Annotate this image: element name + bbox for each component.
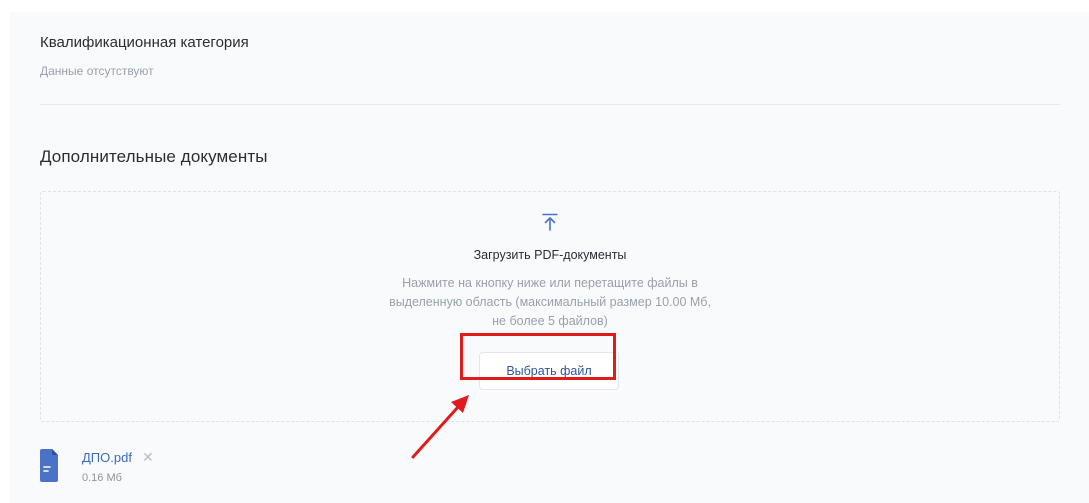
document-icon <box>40 449 58 482</box>
file-name-link[interactable]: ДПО.pdf <box>82 450 132 465</box>
close-icon[interactable]: ✕ <box>142 450 154 464</box>
file-dropzone[interactable]: Загрузить PDF-документы Нажмите на кнопк… <box>40 191 1060 422</box>
annotation-highlight-box <box>460 333 616 380</box>
dropzone-description: Нажмите на кнопку ниже или перетащите фа… <box>350 274 750 331</box>
upload-icon <box>542 213 558 231</box>
dropzone-description-line: выделенную область (максимальный размер … <box>389 295 711 309</box>
dropzone-description-line: Нажмите на кнопку ниже или перетащите фа… <box>402 276 698 290</box>
additional-documents-title: Дополнительные документы <box>40 147 268 166</box>
qualification-category-title: Квалификационная категория <box>40 34 249 51</box>
documents-panel: Квалификационная категория Данные отсутс… <box>10 12 1089 503</box>
file-size: 0.16 Мб <box>82 472 122 484</box>
dropzone-description-line: не более 5 файлов) <box>492 314 608 328</box>
dropzone-title: Загрузить PDF-документы <box>473 248 627 262</box>
uploaded-file-item: ДПО.pdf ✕ 0.16 Мб <box>40 447 240 487</box>
section-divider <box>40 104 1060 105</box>
qualification-category-value: Данные отсутствуют <box>40 64 154 78</box>
